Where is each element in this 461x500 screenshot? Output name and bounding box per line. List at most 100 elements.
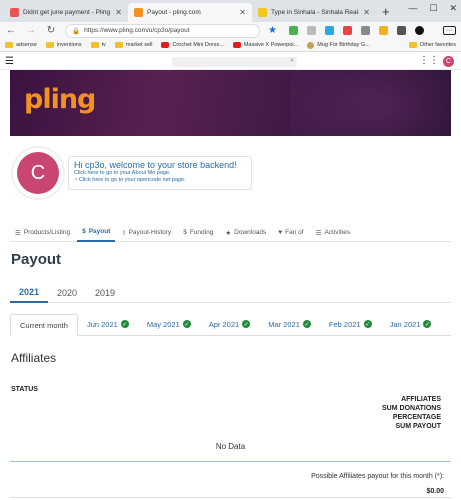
bookmark-label: market sell [125, 42, 153, 48]
bookmark-label: Mug For Birthday G... [317, 42, 370, 48]
bookmark-label: inventions [56, 42, 82, 48]
extension-icon[interactable] [288, 26, 298, 35]
tab-month-jun-2021[interactable]: Jun 2021 ✓ [78, 313, 138, 335]
dollar-icon: $ [82, 228, 86, 235]
tab-month-feb-2021[interactable]: Feb 2021 ✓ [320, 313, 381, 335]
tab-products-listing[interactable]: ☰ Products/Listing [10, 224, 75, 242]
no-data-message: No Data [215, 442, 246, 451]
site-header: ☰ ⌕ ⋮⋮ C [0, 53, 461, 70]
extension-icon[interactable] [396, 26, 406, 35]
bookmark-item[interactable]: adsense [5, 42, 37, 48]
extension-icon[interactable] [306, 26, 316, 35]
browser-tab-0[interactable]: Didnt get june payment - Pling ✕ [4, 3, 128, 22]
bookmark-label: Massive X Powerpoi... [243, 42, 299, 48]
bookmark-label: tv [101, 42, 106, 48]
bookmark-item[interactable]: Crochet Mini Dress... [161, 42, 224, 48]
tab-month-may-2021[interactable]: May 2021 ✓ [138, 313, 200, 335]
folder-icon [5, 42, 13, 48]
browser-tab-title: Payout - pling.com [147, 9, 201, 16]
extension-icon[interactable] [378, 26, 388, 35]
tab-fan-of[interactable]: ♥ Fan of [273, 224, 308, 242]
bookmark-item[interactable]: tv [90, 42, 106, 48]
tab-label: Fan of [285, 229, 304, 236]
tab-payout-history[interactable]: ⌇ Payout-History [117, 224, 176, 242]
username-link[interactable]: cp3o [85, 160, 105, 170]
tab-year-2021[interactable]: 2021 [10, 283, 48, 303]
folder-icon [408, 42, 417, 48]
youtube-icon [161, 42, 170, 48]
extension-icons [288, 26, 424, 35]
extension-icon[interactable] [360, 26, 370, 35]
browser-tab-title: Didnt get june payment - Pling [23, 9, 111, 16]
pling-logo[interactable]: pling [24, 84, 96, 115]
affiliates-column-header: AFFILIATES [401, 396, 441, 403]
month-label: Mar 2021 [268, 319, 300, 329]
hamburger-menu-icon[interactable]: ☰ [5, 56, 14, 67]
month-label: Feb 2021 [328, 319, 361, 329]
profile-avatar[interactable]: C [17, 152, 59, 194]
tab-year-2020[interactable]: 2020 [48, 283, 86, 303]
maximize-icon[interactable]: ☐ [429, 3, 437, 14]
dollar-icon: $ [183, 229, 187, 236]
minimize-icon[interactable]: — [408, 3, 417, 14]
browser-tab-1[interactable]: Payout - pling.com ✕ [128, 3, 252, 22]
tab-month-jan-2021[interactable]: Jan 2021 ✓ [381, 313, 441, 335]
back-icon[interactable]: ← [5, 25, 17, 36]
user-avatar[interactable]: C [443, 56, 454, 67]
sinhala-favicon-icon [258, 8, 267, 17]
bookmark-item[interactable]: Mug For Birthday G... [307, 41, 370, 49]
close-icon[interactable]: ✕ [115, 8, 122, 17]
bookmark-item[interactable]: market sell [114, 42, 153, 48]
bookmark-item[interactable]: inventions [45, 42, 82, 48]
tab-current-month[interactable]: Current month [10, 314, 78, 336]
status-column-header: STATUS [11, 386, 38, 393]
month-label: Jan 2021 [389, 319, 421, 329]
possible-payout-total: $0.00 [426, 488, 444, 495]
reload-icon[interactable]: ↻ [45, 25, 57, 36]
tab-funding[interactable]: $ Funding [178, 224, 218, 242]
extension-icon[interactable] [342, 26, 352, 35]
address-bar: ← → ↻ 🔒 https://www.pling.com/u/cp3o/pay… [0, 22, 461, 39]
affiliates-heading: Affiliates [11, 351, 57, 365]
url-field[interactable]: 🔒 https://www.pling.com/u/cp3o/payout [65, 23, 260, 38]
about-me-link[interactable]: Click here to go to your About Me page. [74, 170, 246, 177]
close-icon[interactable]: ✕ [363, 8, 370, 17]
tab-label: Activities [324, 229, 351, 236]
opencode-link[interactable]: ◔ Click here to go to your opencode.net … [74, 177, 246, 184]
tab-payout[interactable]: $ Payout [77, 224, 116, 242]
new-tab-icon[interactable]: + [382, 4, 390, 19]
pling-favicon-icon [134, 8, 143, 17]
store-nav-tabs: ☰ Products/Listing $ Payout ⌇ Payout-Histor… [10, 224, 451, 242]
extension-icon[interactable] [324, 26, 334, 35]
profile-banner: pling [10, 70, 451, 136]
search-icon[interactable]: ⌕ [290, 57, 294, 65]
profile-icon[interactable] [414, 26, 424, 35]
tab-year-2019[interactable]: 2019 [86, 283, 124, 303]
month-label: Jun 2021 [86, 319, 118, 329]
tab-month-mar-2021[interactable]: Mar 2021 ✓ [259, 313, 320, 335]
list-icon: ☰ [315, 229, 322, 237]
year-tabs: 2021 2020 2019 [10, 283, 451, 303]
browser-tab-2[interactable]: Type in Sinhala - Sinhala Real-ti ✕ [252, 3, 376, 22]
pinterest-icon [307, 41, 315, 49]
forward-icon[interactable]: → [25, 25, 37, 36]
more-menu-icon[interactable]: ··· [443, 26, 456, 35]
check-circle-icon: ✓ [242, 320, 251, 328]
sum-payout-column-header: SUM PAYOUT [395, 423, 441, 430]
page-title: Payout [11, 251, 62, 268]
tab-month-apr-2021[interactable]: Apr 2021 ✓ [200, 313, 259, 335]
heart-icon: ♥ [278, 229, 283, 236]
favorite-star-icon[interactable]: ★ [268, 25, 277, 36]
close-icon[interactable]: ✕ [239, 8, 246, 17]
list-icon: ☰ [15, 229, 21, 237]
tab-label: Payout-History [128, 229, 172, 236]
close-window-icon[interactable]: ✕ [449, 3, 457, 14]
tab-downloads[interactable]: ★ Downloads [220, 224, 271, 242]
other-favorites[interactable]: Other favorites [408, 42, 456, 48]
bookmark-label: adsense [16, 42, 37, 48]
bookmark-item[interactable]: Massive X Powerpoi... [232, 42, 299, 48]
tab-label: Payout [88, 228, 111, 235]
tab-activities[interactable]: ☰ Activities [311, 224, 355, 242]
apps-grid-icon[interactable]: ⋮⋮ [419, 55, 439, 66]
site-search-input[interactable]: ⌕ [172, 57, 297, 67]
